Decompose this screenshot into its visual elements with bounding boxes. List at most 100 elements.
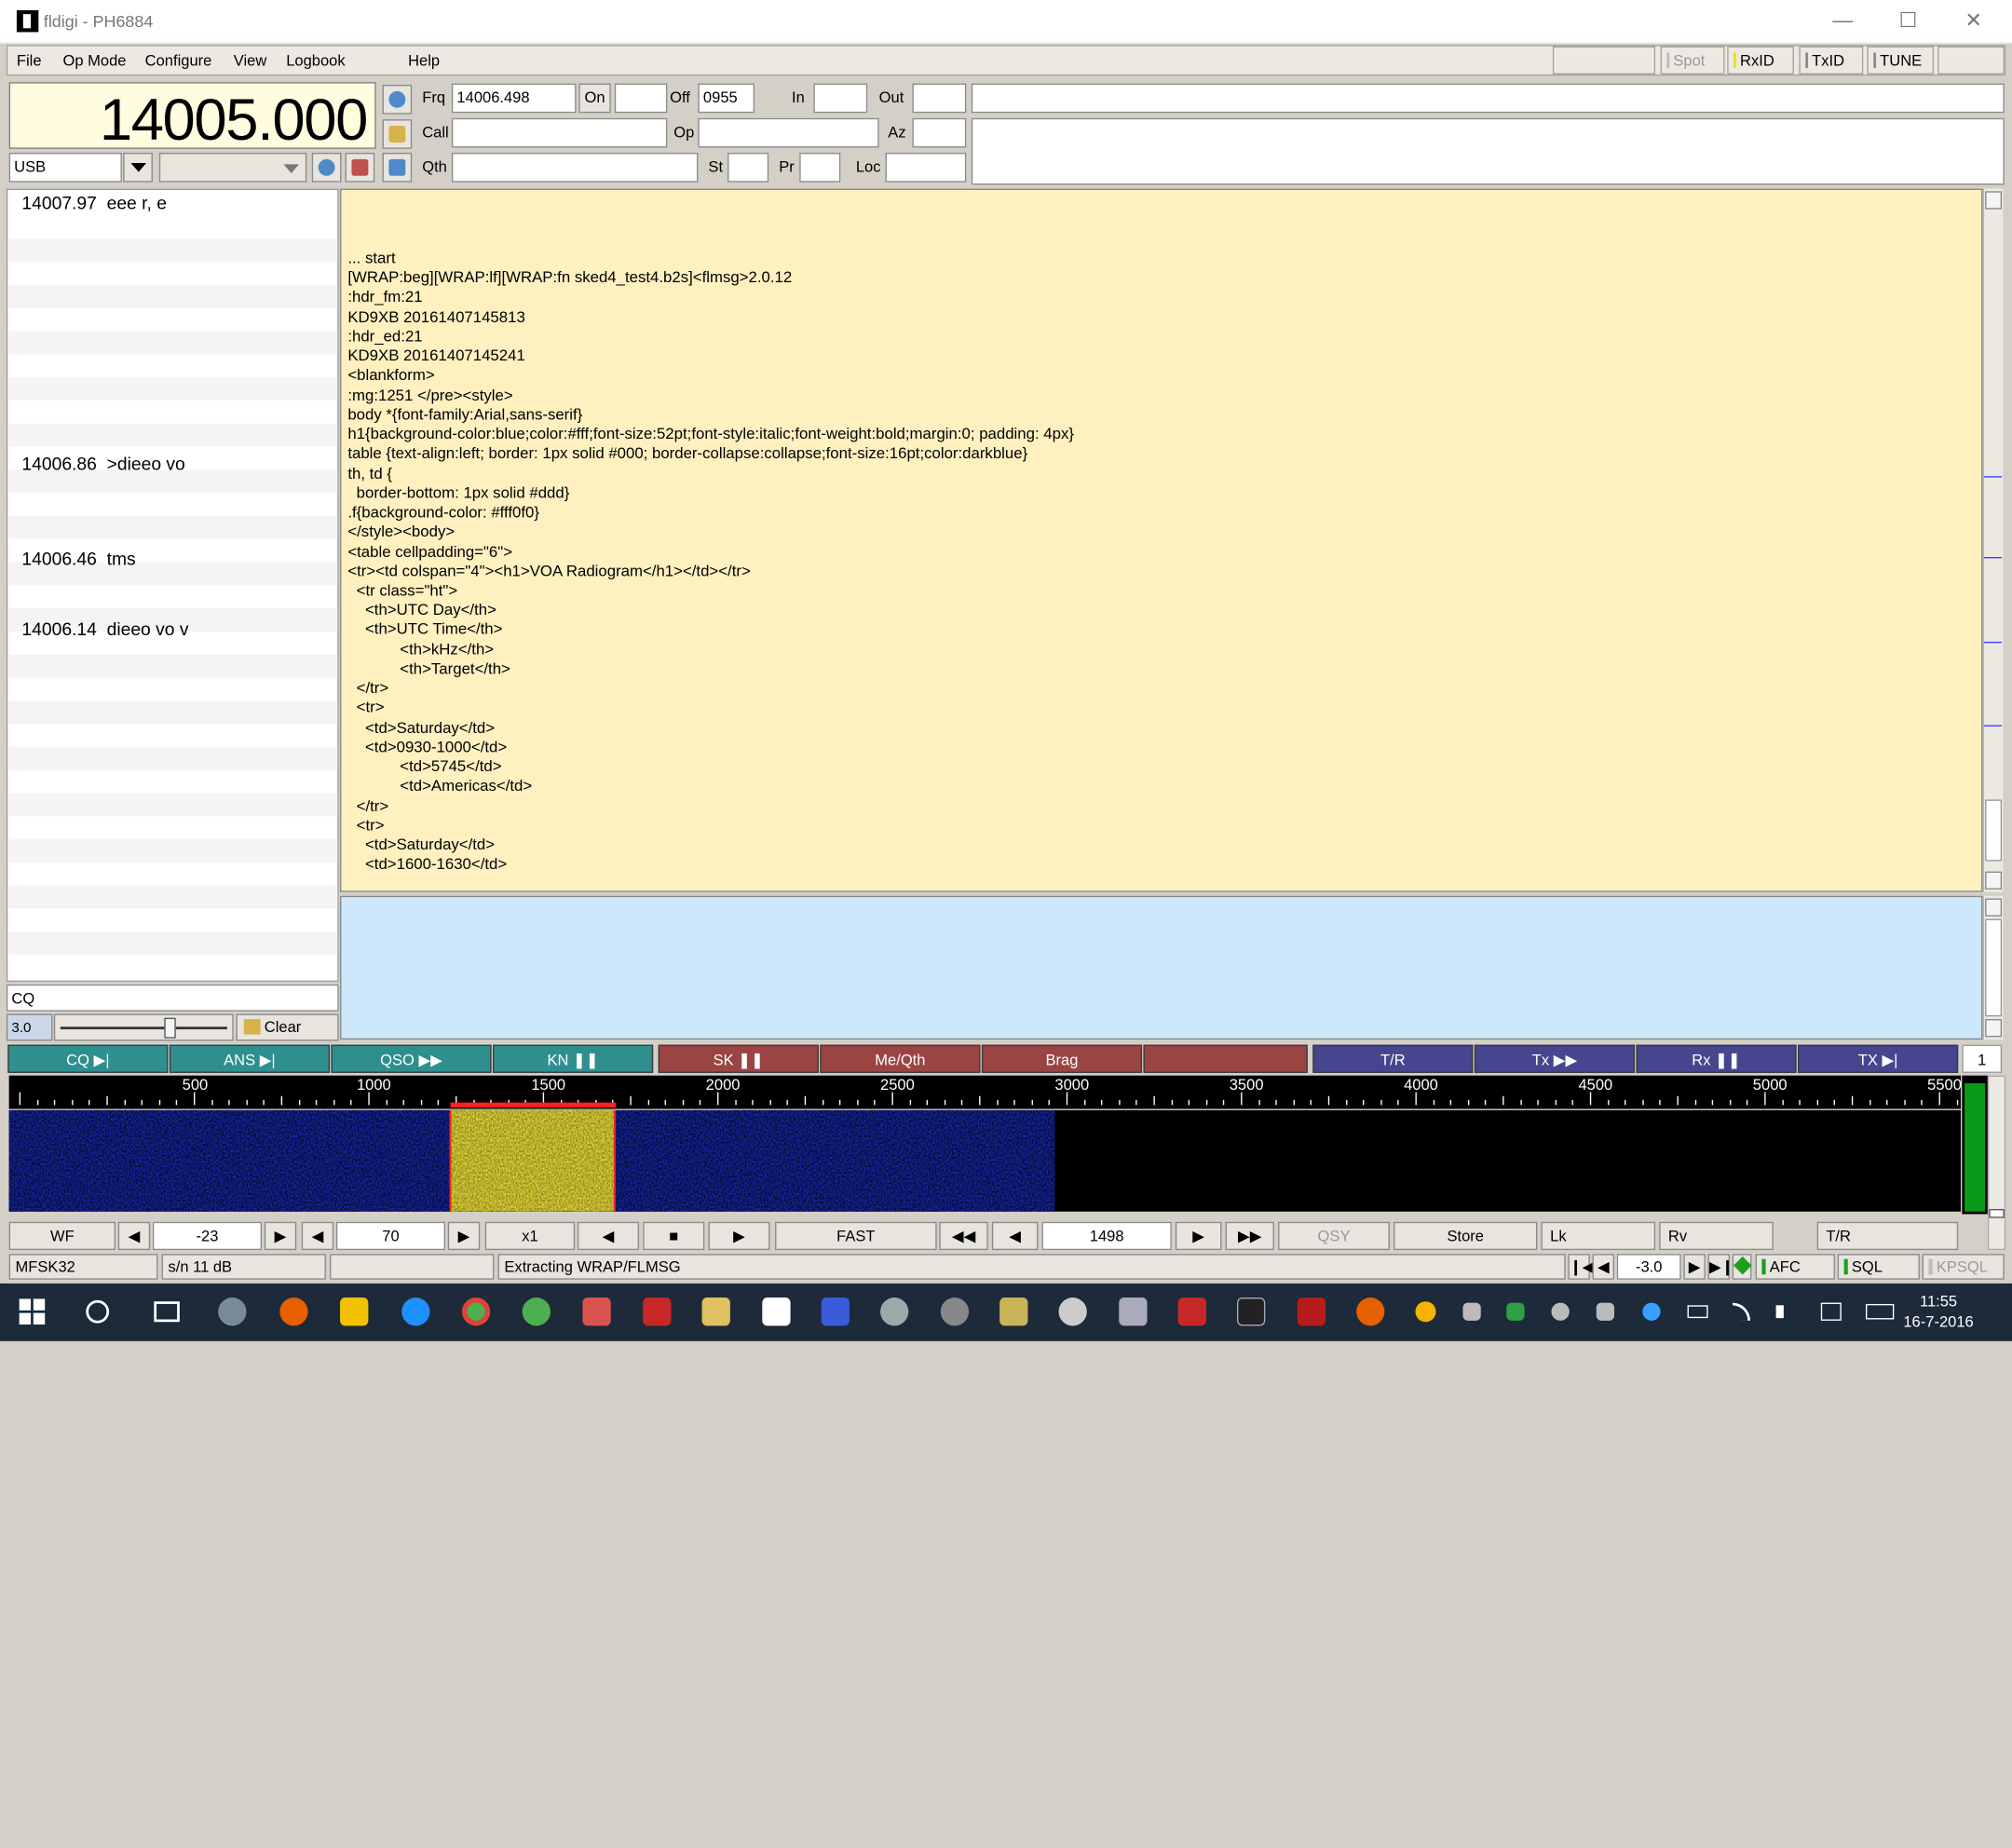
ref-decrease-button[interactable]: ◀ [117, 1221, 151, 1251]
afc-value-field[interactable]: -3.0 [1616, 1254, 1681, 1280]
store-button[interactable]: Store [1393, 1221, 1538, 1251]
sstv-icon[interactable] [821, 1298, 850, 1326]
step-forward-button[interactable]: ▶ [1175, 1221, 1222, 1251]
macro-button-6[interactable]: Me/Qth [820, 1044, 981, 1073]
afc-forward-button[interactable]: ▶ [1683, 1254, 1706, 1280]
menu-op-mode[interactable]: Op Mode [63, 51, 127, 69]
mode-status[interactable]: MFSK32 [8, 1254, 158, 1280]
taskbar-app-icon[interactable] [940, 1298, 970, 1326]
menu-view[interactable]: View [234, 51, 267, 69]
chrome-icon[interactable] [461, 1298, 491, 1326]
tray-icon[interactable] [1596, 1302, 1615, 1321]
battery-icon[interactable] [1687, 1305, 1708, 1319]
macro-set-button[interactable]: 1 [1962, 1044, 2003, 1073]
task-view-icon[interactable] [154, 1301, 180, 1323]
scroll-up-icon[interactable] [1985, 191, 2003, 210]
tx-scrollbar[interactable] [1982, 895, 2004, 1040]
taskbar-app-icon[interactable] [999, 1298, 1028, 1326]
macro-button-2[interactable]: ANS ▶| [169, 1044, 331, 1073]
tray-icon[interactable] [1642, 1302, 1661, 1321]
zoom-button[interactable]: x1 [484, 1221, 576, 1251]
range-decrease-button[interactable]: ◀ [301, 1221, 334, 1251]
browser-entry[interactable]: 14006.86 >dieeo vo [21, 453, 184, 473]
macro-button-1[interactable]: CQ ▶| [7, 1044, 169, 1073]
out-field[interactable] [912, 83, 967, 114]
maximize-button[interactable]: ☐ [1879, 6, 1937, 39]
squelch-level-slider[interactable] [1987, 1075, 2006, 1251]
file-explorer-icon[interactable] [340, 1298, 369, 1326]
taskbar-app-icon[interactable] [1119, 1298, 1148, 1326]
ref-level-field[interactable]: -23 [152, 1221, 263, 1251]
clear-log-button[interactable] [382, 119, 413, 149]
fldigi-taskbar-icon[interactable] [762, 1298, 791, 1326]
menu-file[interactable]: File [17, 51, 42, 69]
wf-center-button[interactable]: ■ [643, 1221, 705, 1251]
frequency-display[interactable]: 14005.000 [8, 82, 376, 153]
macro-button-3[interactable]: QSO ▶▶ [331, 1044, 492, 1073]
browser-search-field[interactable]: CQ [6, 984, 339, 1012]
taskbar-app-icon[interactable] [643, 1298, 672, 1326]
macro-button-11[interactable]: Rx ❚❚ [1636, 1044, 1797, 1073]
call-field[interactable] [451, 117, 668, 148]
scroll-thumb[interactable] [1985, 918, 2003, 1017]
clear-button[interactable]: Clear [236, 1013, 339, 1041]
minimize-button[interactable]: — [1814, 6, 1872, 39]
action-center-icon[interactable] [1820, 1302, 1842, 1321]
taskbar-app-icon[interactable] [1177, 1298, 1206, 1326]
afc-fast-forward-button[interactable]: ▶❙ [1707, 1254, 1734, 1280]
tr-toggle[interactable]: T/R [1816, 1221, 1959, 1251]
browser-entry[interactable]: 14006.14 dieeo vo v [21, 618, 188, 639]
range-increase-button[interactable]: ▶ [447, 1221, 481, 1251]
tune-toggle[interactable]: TUNE [1867, 46, 1935, 75]
macro-button-10[interactable]: Tx ▶▶ [1474, 1044, 1636, 1073]
notes-field-top[interactable] [971, 83, 2005, 114]
list-button[interactable] [345, 152, 375, 183]
firefox-icon[interactable] [279, 1298, 308, 1326]
macro-button-12[interactable]: TX ▶| [1798, 1044, 1959, 1073]
rxid-toggle[interactable]: RxID [1727, 46, 1794, 75]
tray-icon[interactable] [1551, 1302, 1570, 1321]
az-field[interactable] [912, 117, 967, 148]
frequency-scale[interactable]: 500 1000 1500 2000 2500 3000 3500 4000 4500 5000 5… [8, 1075, 1962, 1109]
macro-button-8[interactable] [1143, 1044, 1308, 1073]
save-log-button[interactable] [382, 152, 413, 183]
macro-button-7[interactable]: Brag [981, 1044, 1143, 1073]
receive-text-pane[interactable]: ... start [WRAP:beg][WRAP:lf][WRAP:fn sk… [340, 188, 1983, 892]
menu-logbook[interactable]: Logbook [286, 51, 345, 69]
spot-toggle[interactable]: Spot [1660, 46, 1725, 75]
menu-configure[interactable]: Configure [145, 51, 212, 69]
qsy-button[interactable]: QSY [1278, 1221, 1390, 1251]
tray-icon[interactable] [1415, 1301, 1436, 1323]
taskbar-clock[interactable]: 11:55 16-7-2016 [1903, 1291, 1973, 1332]
taskbar-app-icon[interactable] [701, 1298, 730, 1326]
windows-start-icon[interactable] [19, 1298, 46, 1325]
reset-freq-button[interactable] [382, 84, 413, 115]
slider-handle[interactable] [164, 1017, 176, 1039]
close-button[interactable]: ✕ [1944, 6, 2003, 39]
tray-icon[interactable] [1462, 1302, 1481, 1321]
bandwidth-select[interactable] [158, 152, 307, 183]
txid-toggle[interactable]: TxID [1799, 46, 1864, 75]
mode-select[interactable]: USB [8, 152, 122, 183]
macro-button-4[interactable]: KN ❚❚ [492, 1044, 654, 1073]
fast-back-button[interactable]: ◀◀ [939, 1221, 988, 1251]
terminal-icon[interactable] [1237, 1298, 1266, 1326]
macro-button-9[interactable]: T/R [1312, 1044, 1474, 1073]
range-field[interactable]: 70 [335, 1221, 446, 1251]
fast-forward-button[interactable]: ▶▶ [1225, 1221, 1274, 1251]
frq-field[interactable]: 14006.498 [451, 83, 577, 114]
afc-back-button[interactable]: ◀ [1592, 1254, 1615, 1280]
qth-field[interactable] [451, 152, 699, 183]
transmit-text-pane[interactable] [340, 895, 1983, 1040]
rx-scrollbar[interactable] [1982, 188, 2004, 892]
search-icon[interactable] [86, 1299, 110, 1324]
mode-dropdown-button[interactable] [123, 152, 153, 183]
carrier-field[interactable]: 1498 [1041, 1221, 1172, 1251]
scroll-down-icon[interactable] [1985, 1019, 2003, 1038]
waterfall[interactable] [8, 1109, 1961, 1212]
on-field[interactable] [614, 83, 668, 114]
scroll-down-icon[interactable] [1985, 871, 2003, 890]
taskbar-app-icon[interactable] [880, 1298, 909, 1326]
slider-handle[interactable] [1989, 1208, 2005, 1218]
pr-field[interactable] [799, 152, 841, 183]
